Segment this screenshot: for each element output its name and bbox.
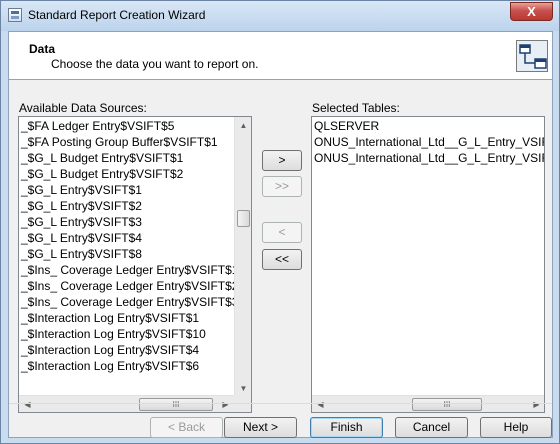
list-item[interactable]: QLSERVER — [314, 118, 544, 134]
list-item[interactable]: _$G_L Budget Entry$VSIFT$1 — [21, 150, 233, 166]
list-item[interactable]: _$G_L Budget Entry$VSIFT$2 — [21, 166, 233, 182]
list-item[interactable]: _$FA Ledger Entry$VSIFT$5 — [21, 118, 233, 134]
help-button[interactable]: Help — [480, 417, 552, 438]
remove-table-button[interactable]: < — [262, 222, 302, 243]
page-subtitle: Choose the data you want to report on. — [51, 57, 259, 71]
wizard-client-area: Data Choose the data you want to report … — [8, 31, 553, 438]
scroll-left-arrow-icon[interactable]: ◀ — [312, 396, 329, 412]
list-item[interactable]: _$Interaction Log Entry$VSIFT$4 — [21, 342, 233, 358]
cancel-button[interactable]: Cancel — [395, 417, 468, 438]
list-item[interactable]: _$Ins_ Coverage Ledger Entry$VSIFT$3 — [21, 294, 238, 310]
list-item[interactable]: _$G_L Entry$VSIFT$4 — [21, 230, 233, 246]
list-item[interactable]: _$Interaction Log Entry$VSIFT$1 — [21, 310, 233, 326]
list-item[interactable]: ONUS_International_Ltd__G_L_Entry_VSIFT_… — [314, 150, 544, 166]
selected-tables-label: Selected Tables: — [312, 101, 400, 115]
back-button[interactable]: < Back — [150, 417, 223, 438]
horizontal-scroll-thumb[interactable]: III — [412, 398, 482, 411]
page-title: Data — [29, 42, 56, 56]
list-item[interactable]: _$Ins_ Coverage Ledger Entry$VSIFT$2 — [21, 278, 238, 294]
available-vertical-scrollbar[interactable]: ▲ ▼ — [234, 117, 251, 397]
available-sources-label: Available Data Sources: — [19, 101, 147, 115]
list-item[interactable]: _$G_L Entry$VSIFT$1 — [21, 182, 233, 198]
list-item[interactable]: _$G_L Entry$VSIFT$2 — [21, 198, 233, 214]
data-tables-icon — [516, 40, 548, 72]
horizontal-scroll-thumb[interactable]: III — [139, 398, 213, 411]
close-button[interactable]: X — [510, 2, 553, 21]
scroll-right-arrow-icon[interactable]: ▶ — [217, 396, 234, 412]
scroll-up-arrow-icon[interactable]: ▲ — [235, 117, 251, 134]
window-title: Standard Report Creation Wizard — [28, 8, 206, 22]
selected-tables-list[interactable]: QLSERVER ONUS_International_Ltd__G_L_Entr… — [311, 116, 545, 413]
wizard-header: Data Choose the data you want to report … — [9, 32, 552, 80]
footer-separator — [9, 403, 552, 404]
finish-button[interactable]: Finish — [310, 417, 383, 438]
list-item[interactable]: _$Ins_ Coverage Ledger Entry$VSIFT$1 — [21, 262, 238, 278]
list-item[interactable]: _$Interaction Log Entry$VSIFT$6 — [21, 358, 233, 374]
next-button[interactable]: Next > — [224, 417, 297, 438]
vertical-scroll-thumb[interactable] — [237, 210, 250, 227]
add-table-button[interactable]: > — [262, 150, 302, 171]
scroll-left-arrow-icon[interactable]: ◀ — [19, 396, 36, 412]
list-item[interactable]: ONUS_International_Ltd__G_L_Entry_VSIFT_… — [314, 134, 544, 150]
list-item[interactable]: _$G_L Entry$VSIFT$8 — [21, 246, 233, 262]
wizard-window: Standard Report Creation Wizard X Data C… — [0, 0, 560, 444]
wizard-app-icon — [8, 8, 22, 22]
remove-all-tables-button[interactable]: << — [262, 249, 302, 270]
available-sources-list[interactable]: _$FA Ledger Entry$VSIFT$5 _$FA Posting Gr… — [18, 116, 252, 413]
scroll-right-arrow-icon[interactable]: ▶ — [528, 396, 544, 412]
add-all-tables-button[interactable]: >> — [262, 176, 302, 197]
list-item[interactable]: _$Interaction Log Entry$VSIFT$10 — [21, 326, 233, 342]
list-item[interactable]: _$G_L Entry$VSIFT$3 — [21, 214, 233, 230]
list-item[interactable]: _$FA Posting Group Buffer$VSIFT$1 — [21, 134, 233, 150]
title-bar: Standard Report Creation Wizard X — [1, 1, 559, 31]
